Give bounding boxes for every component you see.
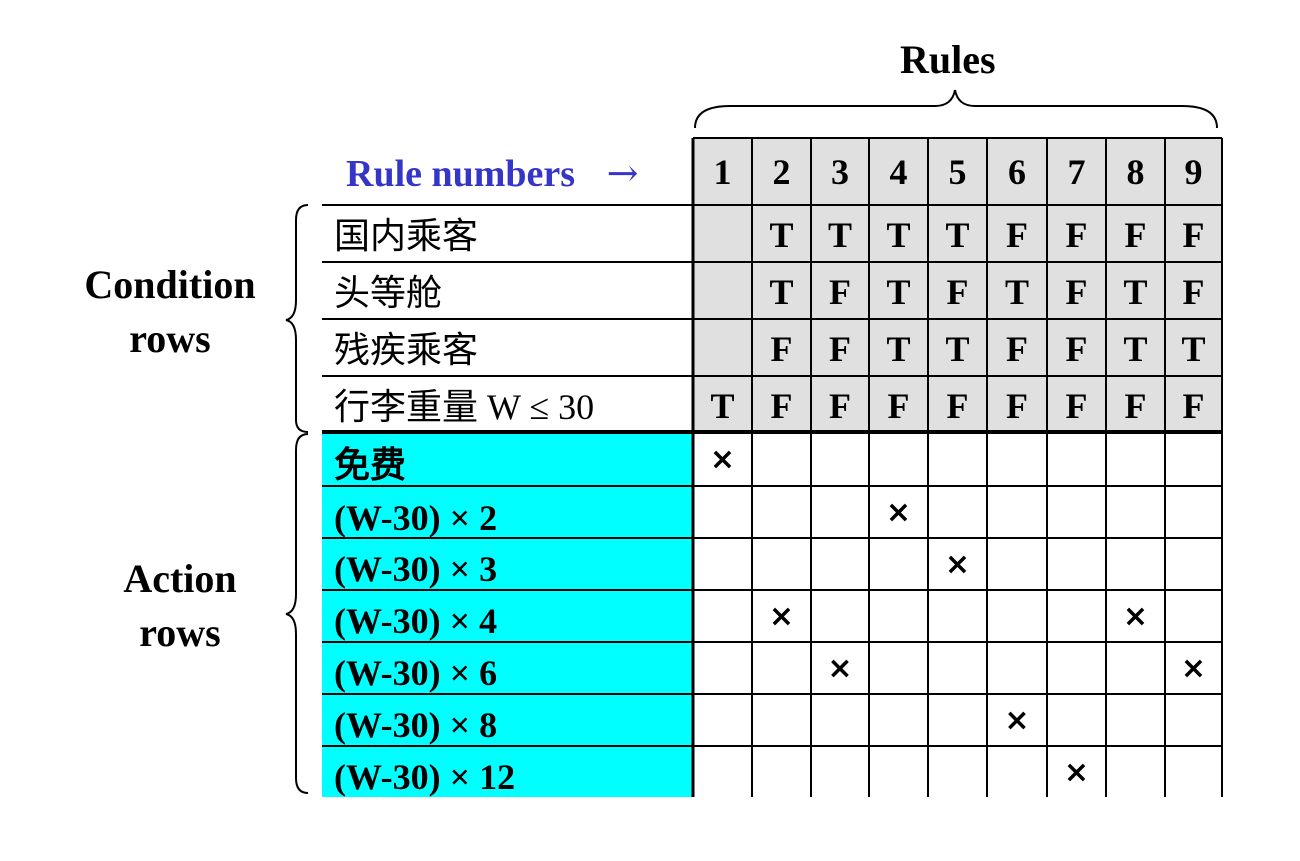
condition-value: F: [1065, 386, 1088, 426]
condition-value: T: [1181, 329, 1206, 369]
condition-value: F: [829, 386, 851, 426]
action-label-x2: (W-30) × 2: [334, 498, 498, 538]
rule-number: 3: [831, 152, 849, 192]
condition-value: T: [886, 272, 911, 312]
condition-value: T: [827, 215, 852, 255]
condition-value: F: [1182, 386, 1205, 426]
condition-label-weight: 行李重量 W ≤ 30: [334, 387, 595, 427]
condition-value: F: [1124, 215, 1147, 255]
condition-value: T: [1123, 329, 1148, 369]
table-grid: [285, 89, 1223, 797]
condition-value: F: [1065, 329, 1088, 369]
condition-value: F: [1182, 272, 1205, 312]
rule-number: 2: [772, 152, 791, 192]
action-label-x6: (W-30) × 6: [334, 653, 498, 693]
condition-value: F: [946, 386, 969, 426]
condition-value: F: [1182, 215, 1205, 255]
condition-value: F: [887, 386, 910, 426]
condition-value: T: [886, 329, 911, 369]
rule-numbers-arrow: →: [606, 151, 639, 195]
rules-brace: [694, 89, 1218, 129]
action-mark: ×: [1063, 754, 1090, 790]
action-mark: ×: [1122, 599, 1149, 634]
condition-label-disabled: 残疾乘客: [334, 330, 479, 370]
condition-value: T: [710, 386, 735, 426]
action-label-x8: (W-30) × 8: [334, 705, 498, 745]
decision-table-diagram: Rules Rule numbers → Condition rows Acti…: [0, 0, 1300, 861]
action-label-free: 免费: [334, 445, 407, 485]
action-rows-label: Action rows: [70, 552, 290, 660]
condition-value: F: [829, 329, 851, 369]
condition-value: F: [1006, 386, 1028, 426]
condition-value: F: [1006, 329, 1028, 369]
condition-label-domestic: 国内乘客: [334, 216, 479, 256]
action-label-x12: (W-30) × 12: [334, 757, 516, 797]
action-mark: ×: [709, 442, 736, 477]
rule-number: 1: [713, 152, 732, 192]
condition-value: F: [1124, 386, 1147, 426]
rules-title: Rules: [900, 37, 996, 82]
action-mark: ×: [827, 651, 853, 686]
condition-value: T: [1123, 272, 1148, 312]
action-mark: ×: [768, 599, 795, 634]
action-mark: ×: [1180, 651, 1207, 686]
condition-value: T: [769, 215, 794, 255]
condition-rows-line1: Condition: [84, 262, 256, 307]
action-mark: ×: [944, 547, 971, 582]
condition-value: F: [1006, 215, 1028, 255]
rule-number: 6: [1008, 152, 1026, 192]
condition-brace: [285, 204, 309, 433]
condition-value: F: [829, 272, 851, 312]
action-label-x3: (W-30) × 3: [334, 549, 498, 589]
rule-numbers-label: Rule numbers →: [346, 154, 638, 193]
condition-value: T: [945, 215, 970, 255]
rule-number: 9: [1184, 152, 1203, 192]
condition-value: T: [886, 215, 911, 255]
condition-value: F: [1065, 215, 1088, 255]
rule-number: 7: [1067, 152, 1086, 192]
condition-label-first-class: 头等舱: [334, 273, 443, 313]
condition-value: F: [1065, 272, 1088, 312]
condition-value: T: [945, 329, 970, 369]
rule-number: 8: [1126, 152, 1145, 192]
action-rows-line1: Action: [123, 556, 237, 601]
rule-number: 5: [948, 152, 967, 192]
rule-numbers-text: Rule numbers: [346, 153, 576, 195]
action-mark: ×: [1004, 703, 1030, 738]
condition-value: F: [946, 272, 969, 312]
condition-rows-label: Condition rows: [60, 258, 280, 366]
condition-value: T: [769, 272, 794, 312]
rule-number: 4: [889, 152, 908, 192]
action-label-x4: (W-30) × 4: [334, 601, 498, 641]
condition-rows-line2: rows: [129, 316, 211, 361]
condition-value: F: [770, 386, 793, 426]
condition-value: F: [770, 329, 793, 369]
action-mark: ×: [885, 495, 912, 530]
action-rows-line2: rows: [139, 610, 221, 655]
condition-value: T: [1004, 272, 1029, 312]
